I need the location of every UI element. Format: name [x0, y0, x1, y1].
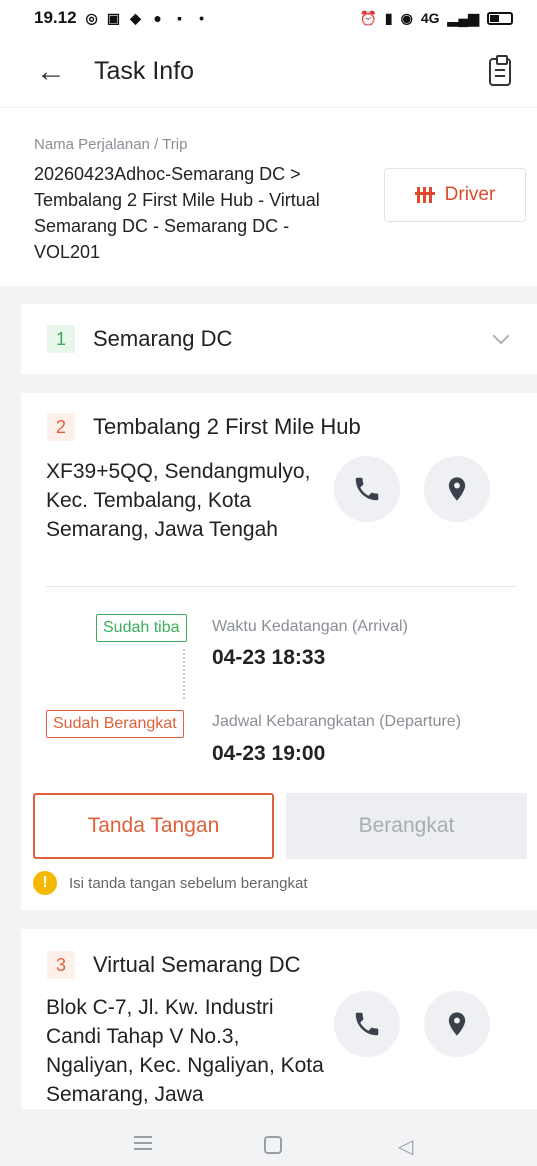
- map-pin-icon: [448, 477, 466, 501]
- system-back-icon[interactable]: ◁: [398, 1134, 413, 1159]
- stop-number: 2: [47, 413, 75, 441]
- app-header: ← Task Info: [0, 36, 537, 108]
- map-pin-icon: [448, 1012, 466, 1036]
- battery-icon: [487, 11, 513, 25]
- home-icon[interactable]: [264, 1136, 282, 1154]
- warning-text: Isi tanda tangan sebelum berangkat: [69, 874, 308, 892]
- stop-card-2: 2 Tembalang 2 First Mile Hub XF39+5QQ, S…: [21, 393, 537, 910]
- clipboard-icon[interactable]: [489, 54, 511, 86]
- departure-label: Jadwal Kebarangkatan (Departure): [212, 713, 462, 730]
- call-button[interactable]: [334, 991, 400, 1057]
- app-icon: ▪: [177, 10, 183, 26]
- stop-name: Virtual Semarang DC: [93, 952, 301, 977]
- whatsapp-icon: ◎: [85, 10, 98, 26]
- alarm-icon: ⏰: [359, 9, 377, 26]
- vibrate-icon: ▮: [384, 9, 393, 26]
- status-time: 19.12: [34, 8, 77, 27]
- system-nav-bar: ◁: [0, 1128, 537, 1166]
- location-status-icon: ◉: [400, 9, 413, 26]
- departure-status-badge: Sudah Berangkat: [46, 710, 184, 738]
- back-arrow-icon[interactable]: ←: [36, 56, 72, 87]
- timeline-connector: [183, 649, 185, 699]
- chevron-down-icon[interactable]: [492, 327, 510, 345]
- d-app-icon: ◆: [130, 10, 141, 26]
- signal-icon: ▂▄▆: [447, 9, 479, 26]
- dot-icon: •: [199, 10, 204, 26]
- arrival-time: 04-23 18:33: [212, 646, 326, 669]
- stop-header: 3 Virtual Semarang DC: [47, 951, 300, 979]
- driver-button[interactable]: Driver: [384, 168, 526, 222]
- trip-info-section: Nama Perjalanan / Trip 20260423Adhoc-Sem…: [0, 108, 537, 286]
- status-bar: 19.12 ◎ ▣ ◆ ● ▪ • ⏰ ▮ ◉ 4G ▂▄▆: [0, 0, 537, 36]
- stop-number: 1: [47, 325, 75, 353]
- phone-icon: [355, 477, 379, 501]
- arrival-status-badge: Sudah tiba: [96, 614, 187, 642]
- signature-button[interactable]: Tanda Tangan: [33, 793, 274, 859]
- call-button[interactable]: [334, 456, 400, 522]
- page-title: Task Info: [94, 57, 195, 85]
- system-icons: ⏰ ▮ ◉ 4G ▂▄▆: [359, 10, 513, 27]
- signature-warning: ! Isi tanda tangan sebelum berangkat: [33, 871, 308, 895]
- warning-icon: !: [33, 871, 57, 895]
- departure-time: 04-23 19:00: [212, 742, 326, 765]
- stop-name: Semarang DC: [93, 326, 233, 351]
- stop-card-1[interactable]: 1 Semarang DC: [21, 304, 537, 374]
- stop-address: Blok C-7, Jl. Kw. Industri Candi Tahap V…: [46, 996, 324, 1106]
- divider: [46, 586, 517, 587]
- recent-apps-icon[interactable]: [134, 1136, 152, 1154]
- stop-header: 2 Tembalang 2 First Mile Hub: [47, 413, 361, 441]
- stop-card-3: 3 Virtual Semarang DC Blok C-7, Jl. Kw. …: [21, 929, 537, 1109]
- facebook-icon: ●: [153, 10, 162, 26]
- driver-button-label: Driver: [444, 184, 496, 205]
- depart-button[interactable]: Berangkat: [286, 793, 527, 859]
- stop-number: 3: [47, 951, 75, 979]
- navigate-button[interactable]: [424, 456, 490, 522]
- notification-icons: ◎ ▣ ◆ ● ▪ •: [83, 9, 211, 27]
- network-label: 4G: [420, 10, 440, 26]
- driver-icon: [414, 185, 435, 205]
- trip-label: Nama Perjalanan / Trip: [34, 136, 188, 153]
- trip-name: 20260423Adhoc-Semarang DC > Tembalang 2 …: [34, 164, 320, 262]
- navigate-button[interactable]: [424, 991, 490, 1057]
- stop-address: XF39+5QQ, Sendangmulyo, Kec. Tembalang, …: [46, 460, 311, 541]
- phone-icon: [355, 1012, 379, 1036]
- arrival-label: Waktu Kedatangan (Arrival): [212, 618, 408, 635]
- stop-name: Tembalang 2 First Mile Hub: [93, 414, 361, 439]
- flipboard-icon: ▣: [106, 10, 121, 26]
